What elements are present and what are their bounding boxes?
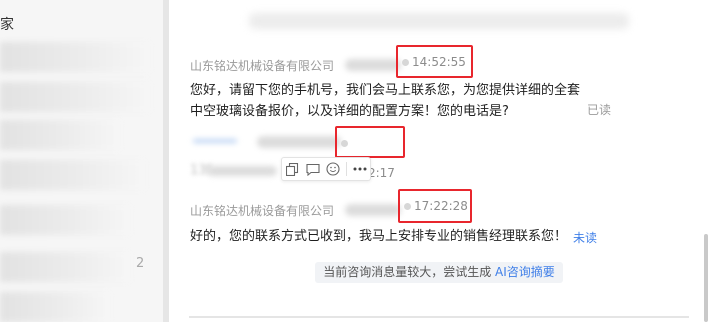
- chat-scrollbar[interactable]: [704, 234, 708, 322]
- notice-text: 当前咨询消息量较大，尝试生成: [323, 265, 496, 279]
- message-text[interactable]: 好的，您的联系方式已收到，我马上安排专业的销售经理联系您！: [190, 226, 567, 247]
- input-area-divider: [189, 316, 689, 318]
- chat-pane: 山东铭达机械设备有限公司 14:52:55 您好，请留下您的手机号，我们会马上联…: [169, 0, 709, 322]
- status-dot: [402, 59, 409, 66]
- conversation-item[interactable]: [0, 42, 150, 72]
- sidebar-partial-text-2: 2: [136, 256, 145, 271]
- unread-status: 未读: [573, 231, 598, 245]
- blurred-text: [207, 166, 277, 176]
- message-action-toolbar: [281, 157, 371, 181]
- status-dot: [341, 140, 348, 147]
- timestamp-highlight: 17:22:17: [335, 126, 405, 180]
- emoji-icon[interactable]: [325, 161, 341, 177]
- message-time: 14:52:55: [412, 55, 466, 69]
- conversation-item[interactable]: [0, 82, 150, 112]
- message-sender: 山东铭达机械设备有限公司: [190, 204, 335, 218]
- conversation-item[interactable]: [0, 160, 145, 190]
- blurred-name: [345, 59, 401, 71]
- timestamp-highlight: 17:22:28: [398, 189, 472, 223]
- conversation-list-sidebar: 家 2: [0, 0, 163, 322]
- message-text-line: 您好，请留下您的手机号，我们会马上联系您，为您提供详细的全套: [190, 83, 581, 98]
- more-icon[interactable]: [352, 161, 368, 177]
- conversation-item[interactable]: [0, 205, 130, 235]
- chat-header-blurred: [249, 13, 629, 29]
- conversation-item[interactable]: [0, 292, 110, 322]
- blurred-name: [257, 136, 341, 148]
- conversation-item[interactable]: [0, 252, 130, 282]
- message-sender: 山东铭达机械设备有限公司: [190, 59, 335, 73]
- ai-summary-link[interactable]: AI咨询摘要: [495, 265, 555, 279]
- sidebar-partial-text: 家: [0, 17, 14, 33]
- message-text-line: 中空玻璃设备报价，以及详细的配置方案！您的电话是?: [190, 104, 509, 119]
- ai-summary-notice: 当前咨询消息量较大，尝试生成 AI咨询摘要: [315, 262, 563, 283]
- blurred-name: [345, 204, 401, 216]
- read-status: 已读: [587, 103, 612, 117]
- message-time: 17:22:28: [414, 199, 468, 213]
- message-text[interactable]: 您好，请留下您的手机号，我们会马上联系您，为您提供详细的全套 中空玻璃设备报价，…: [190, 80, 580, 122]
- blurred-name-accent: [193, 139, 237, 143]
- toolbar-divider: [346, 162, 348, 176]
- copy-icon[interactable]: [284, 161, 300, 177]
- comment-icon[interactable]: [305, 161, 321, 177]
- conversation-item[interactable]: [0, 120, 120, 150]
- timestamp-highlight: 14:52:55: [396, 45, 473, 78]
- status-dot: [404, 203, 411, 210]
